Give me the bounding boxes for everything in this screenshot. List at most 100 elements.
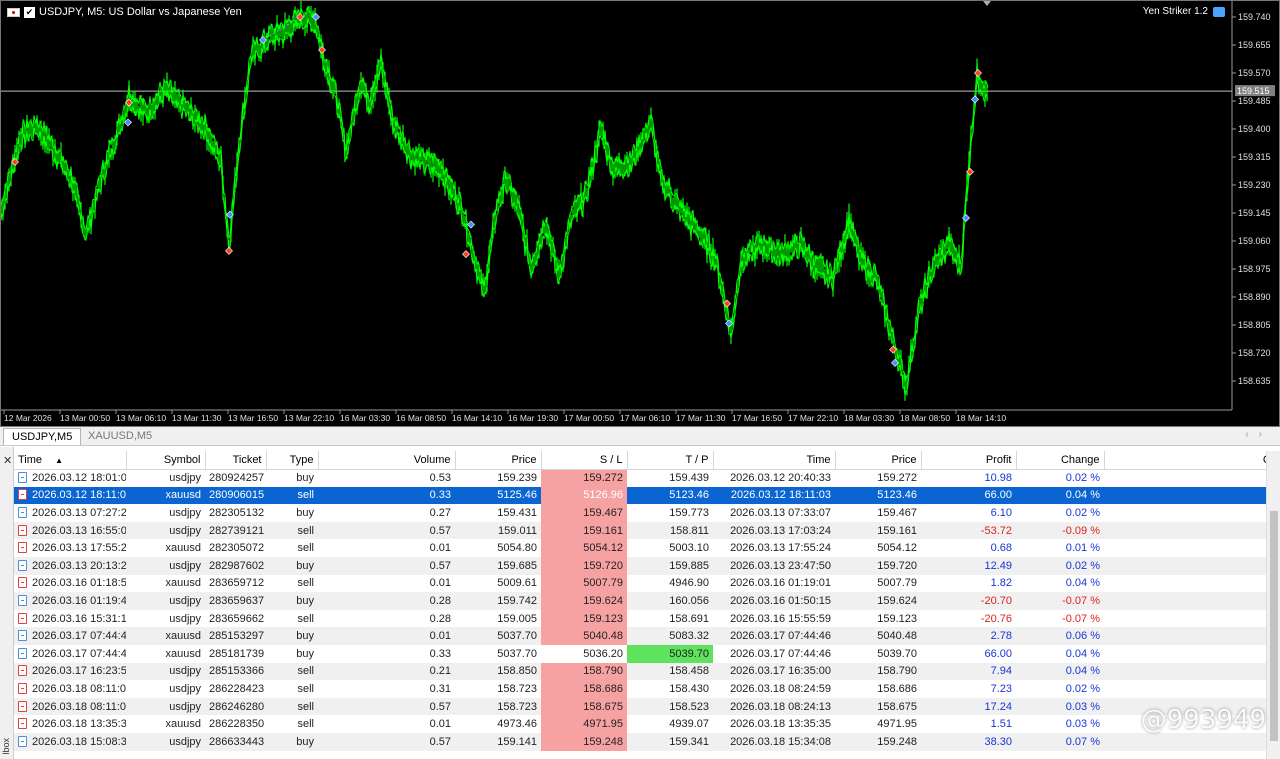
table-row[interactable]: 2026.03.16 01:19:40 usdjpy 283659637 buy 0.2…: [14, 592, 1280, 610]
cell-comment: S2: [1104, 610, 1280, 628]
table-row[interactable]: 2026.03.13 20:13:21 usdjpy 282987602 buy 0.5…: [14, 556, 1280, 575]
cell-time: 2026.03.12 18:01:03: [14, 469, 126, 487]
table-row[interactable]: 2026.03.17 07:44:45 xauusd 285181739 buy 0.3…: [14, 644, 1280, 663]
cell-price: 158.850: [455, 662, 541, 681]
table-row[interactable]: 2026.03.17 07:44:45 xauusd 285153297 buy 0.0…: [14, 627, 1280, 645]
trade-document-icon: [18, 682, 27, 694]
column-header-comment[interactable]: Comment: [1104, 451, 1280, 470]
cell-change: 0.03 %: [1016, 715, 1104, 733]
cell-value: 0.27: [429, 506, 451, 519]
column-header-close-price[interactable]: Price: [835, 451, 922, 470]
table-row[interactable]: 2026.03.13 07:27:28 usdjpy 282305132 buy 0.2…: [14, 504, 1280, 522]
cell-value: 159.885: [669, 559, 709, 572]
cell-value: xauusd: [165, 630, 201, 643]
column-header-price[interactable]: Price: [455, 451, 542, 470]
cell-value: usdjpy: [169, 612, 201, 625]
cell-cprice: 5123.46: [835, 486, 921, 505]
table-row[interactable]: 2026.03.13 17:55:23 xauusd 282305072 sell 0.…: [14, 539, 1280, 557]
scrollbar-thumb[interactable]: [1270, 511, 1278, 741]
cell-value: 159.005: [497, 612, 537, 625]
column-header-close-time[interactable]: Time: [713, 451, 836, 470]
column-header-tp[interactable]: T / P: [627, 451, 714, 470]
column-header-change[interactable]: Change: [1016, 451, 1105, 470]
sell-arrow-icon: [462, 250, 470, 259]
table-row[interactable]: 2026.03.12 18:11:02 xauusd 280906015 sell 0.…: [14, 486, 1280, 505]
cell-volume: 0.27: [318, 504, 455, 522]
cell-sl: 159.123: [541, 609, 627, 628]
cell-tp: 5039.70: [627, 644, 713, 663]
cell-value: 0.04 %: [1065, 665, 1100, 678]
cell-value: 2026.03.13 17:55:24: [730, 542, 831, 555]
column-header-ticket[interactable]: Ticket: [205, 451, 267, 470]
table-row[interactable]: 2026.03.18 13:35:34 xauusd 286228350 sell 0.…: [14, 715, 1280, 733]
cell-change: -0.07 %: [1016, 592, 1104, 610]
cell-cprice: 159.248: [835, 732, 921, 751]
column-header-volume[interactable]: Volume: [318, 451, 456, 470]
cell-time: 2026.03.13 16:55:07: [14, 521, 126, 540]
cell-value: 0.31: [429, 682, 451, 695]
menu-icon[interactable]: [7, 7, 20, 17]
cell-value: 0.33: [429, 489, 451, 502]
cell-ticket: 282987602: [205, 556, 266, 575]
cell-value: 286246280: [209, 700, 265, 713]
column-header-profit[interactable]: Profit: [921, 451, 1017, 470]
cell-value: 4939.07: [669, 718, 709, 731]
expert-advisor-label[interactable]: Yen Striker 1.2: [1143, 6, 1225, 17]
column-header-time[interactable]: Time ▲: [14, 451, 127, 470]
cell-time: 2026.03.18 08:11:03: [14, 697, 126, 716]
cell-value: 2026.03.16 15:31:15: [32, 612, 126, 625]
cell-value: 283659662: [209, 612, 265, 625]
cell-price: 159.011: [455, 521, 541, 540]
time-tick-label: 18 Mar 14:10: [956, 413, 1006, 423]
cell-price: 5009.61: [455, 575, 541, 593]
cell-value: 282739121: [209, 524, 265, 537]
column-header-symbol[interactable]: Symbol: [126, 451, 206, 470]
cell-sl: 5036.20: [541, 645, 627, 663]
table-row[interactable]: 2026.03.13 16:55:07 usdjpy 282739121 sell 0.…: [14, 521, 1280, 540]
cell-symbol: xauusd: [126, 645, 205, 663]
price-chart[interactable]: 159.740 159.655 159.570 159.485 159.400 159.3…: [0, 0, 1280, 427]
cell-time: 2026.03.16 01:18:57: [14, 575, 126, 593]
table-row[interactable]: 2026.03.12 18:01:03 usdjpy 280924257 buy 0.5…: [14, 469, 1280, 487]
cell-comment: S1: [1104, 521, 1280, 540]
cell-value: 159.272: [877, 472, 917, 485]
cell-value: buy: [296, 472, 314, 485]
table-row[interactable]: 2026.03.16 15:31:15 usdjpy 283659662 sell 0.…: [14, 609, 1280, 628]
cell-value: buy: [296, 506, 314, 519]
cell-type: buy: [266, 732, 318, 751]
cell-value: 38.30: [984, 735, 1012, 748]
tab-usdjpy[interactable]: USDJPY,M5: [3, 428, 82, 445]
close-icon[interactable]: ✕: [3, 454, 12, 467]
column-header-type[interactable]: Type: [266, 451, 319, 470]
price-tick-label: 159.570: [1238, 68, 1271, 78]
tab-scroll-arrows[interactable]: ‹›: [1245, 429, 1272, 440]
cell-tp: 158.430: [627, 680, 713, 698]
vertical-scrollbar[interactable]: [1266, 451, 1280, 759]
table-row[interactable]: 2026.03.17 16:23:59 usdjpy 285153366 sell 0.…: [14, 662, 1280, 681]
time-tick-label: 13 Mar 16:50: [228, 413, 278, 423]
table-row[interactable]: 2026.03.16 01:18:57 xauusd 283659712 sell 0.…: [14, 574, 1280, 593]
column-header-sl[interactable]: S / L: [541, 451, 628, 470]
cell-value: 158.686: [583, 682, 623, 695]
cell-ticket: 286633443: [205, 732, 266, 751]
cell-sl: 158.675: [541, 697, 627, 716]
cell-value: 4971.95: [583, 718, 623, 731]
cell-cprice: 158.790: [835, 662, 921, 681]
trade-document-icon: [18, 489, 27, 501]
cell-type: buy: [266, 504, 318, 522]
trade-document-icon: [18, 506, 27, 518]
table-row[interactable]: 2026.03.18 08:11:03 usdjpy 286228423 sell 0.…: [14, 680, 1280, 698]
price-tick-label: 159.145: [1238, 208, 1271, 218]
cell-value: 159.720: [877, 559, 917, 572]
cell-value: 1.51: [990, 718, 1012, 731]
table-row[interactable]: 2026.03.18 08:11:03 usdjpy 286246280 sell 0.…: [14, 697, 1280, 716]
tab-xauusd[interactable]: XAUUSD,M5: [80, 428, 160, 445]
cell-value: buy: [296, 647, 314, 660]
cell-value: 6.10: [990, 506, 1012, 519]
cell-value: 2026.03.18 08:24:59: [730, 682, 831, 695]
cell-value: 5037.70: [497, 647, 537, 660]
cell-profit: 7.94: [921, 662, 1016, 681]
table-row[interactable]: 2026.03.18 15:08:32 usdjpy 286633443 buy 0.5…: [14, 732, 1280, 751]
cell-ticket: 283659662: [205, 610, 266, 628]
cell-comment: S1: [1104, 732, 1280, 751]
